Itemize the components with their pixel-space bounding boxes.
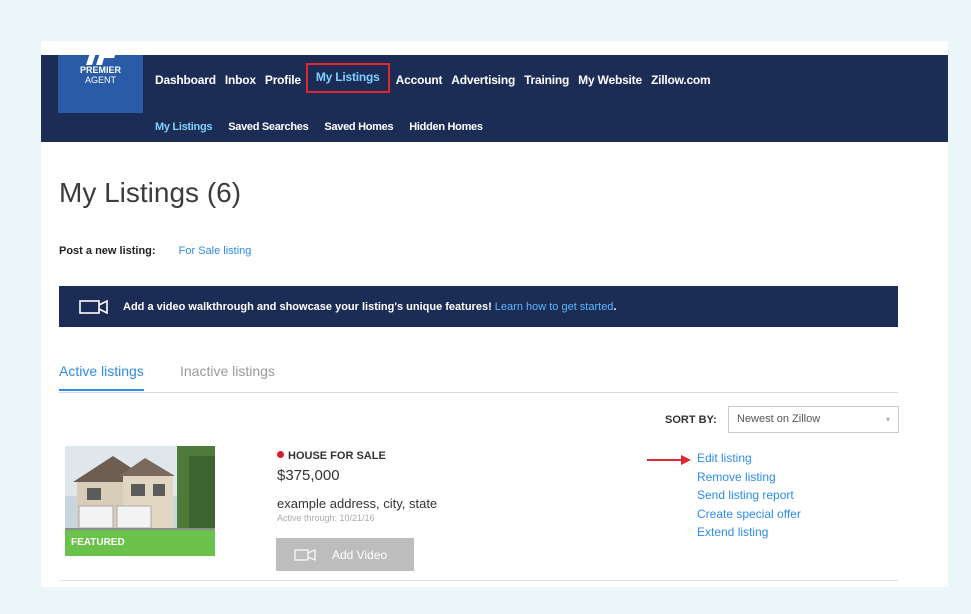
sub-nav: My Listings Saved Searches Saved Homes H… (155, 121, 499, 133)
add-video-label: Add Video (332, 547, 388, 562)
for-sale-listing-link[interactable]: For Sale listing (179, 245, 252, 257)
remove-listing-link[interactable]: Remove listing (697, 468, 801, 487)
nav-training[interactable]: Training (524, 69, 577, 93)
sort-select-value: Newest on Zillow (737, 413, 821, 425)
featured-badge: FEATURED (65, 530, 215, 556)
top-navigation-bar: PREMIER AGENT Dashboard Inbox Profile My… (41, 53, 948, 142)
logo-text-agent: AGENT (84, 75, 116, 85)
post-listing-row: Post a new listing: For Sale listing (59, 245, 251, 257)
tab-active-listings[interactable]: Active listings (59, 363, 144, 391)
send-listing-report-link[interactable]: Send listing report (697, 486, 801, 505)
status-dot-icon (277, 451, 284, 458)
listing-status-text: HOUSE FOR SALE (288, 450, 386, 462)
nav-my-listings[interactable]: My Listings (305, 63, 390, 93)
nav-dashboard[interactable]: Dashboard (155, 69, 224, 93)
extend-listing-link[interactable]: Extend listing (697, 523, 801, 542)
add-video-button[interactable]: Add Video (276, 538, 414, 571)
listing-tabs: Active listings Inactive listings (59, 357, 898, 393)
subnav-saved-searches[interactable]: Saved Searches (228, 121, 309, 133)
listing-address: example address, city, state (277, 496, 438, 511)
main-nav: Dashboard Inbox Profile My Listings Acco… (155, 63, 720, 93)
post-listing-label: Post a new listing: (59, 245, 156, 257)
banner-text: Add a video walkthrough and showcase you… (123, 300, 492, 313)
listing-status: HOUSE FOR SALE (277, 450, 386, 462)
learn-how-link[interactable]: Learn how to get started (495, 301, 614, 313)
create-special-offer-link[interactable]: Create special offer (697, 505, 801, 524)
video-promo-banner: Add a video walkthrough and showcase you… (59, 286, 898, 327)
edit-listing-link[interactable]: Edit listing (697, 449, 801, 468)
subnav-saved-homes[interactable]: Saved Homes (324, 121, 393, 133)
listing-active-through: Active through: 10/21/16 (277, 513, 375, 523)
sort-by-label: SORT BY: (665, 414, 717, 426)
subnav-my-listings[interactable]: My Listings (155, 121, 213, 133)
nav-zillow-com[interactable]: Zillow.com (651, 69, 719, 93)
nav-my-website[interactable]: My Website (578, 69, 650, 93)
zillow-logo-icon (86, 53, 116, 65)
banner-period: . (613, 300, 617, 313)
chevron-down-icon: ▾ (885, 415, 890, 424)
premier-agent-logo[interactable]: PREMIER AGENT (58, 53, 143, 113)
video-camera-icon (294, 548, 316, 561)
app-frame: PREMIER AGENT Dashboard Inbox Profile My… (41, 41, 948, 587)
subnav-hidden-homes[interactable]: Hidden Homes (409, 121, 483, 133)
red-arrow-icon (647, 455, 691, 465)
nav-inbox[interactable]: Inbox (225, 69, 264, 93)
logo-text-premier: PREMIER (79, 65, 121, 75)
listing-photo[interactable]: FEATURED (65, 446, 215, 556)
listing-price: $375,000 (277, 467, 340, 484)
listing-actions: Edit listing Remove listing Send listing… (697, 449, 801, 542)
sort-select[interactable]: Newest on Zillow ▾ (728, 406, 899, 433)
nav-profile[interactable]: Profile (265, 69, 309, 93)
page-title: My Listings (6) (59, 177, 242, 208)
tab-inactive-listings[interactable]: Inactive listings (180, 363, 275, 379)
divider (59, 580, 898, 581)
nav-advertising[interactable]: Advertising (451, 69, 523, 93)
nav-account[interactable]: Account (396, 69, 451, 93)
video-camera-icon (79, 299, 108, 314)
